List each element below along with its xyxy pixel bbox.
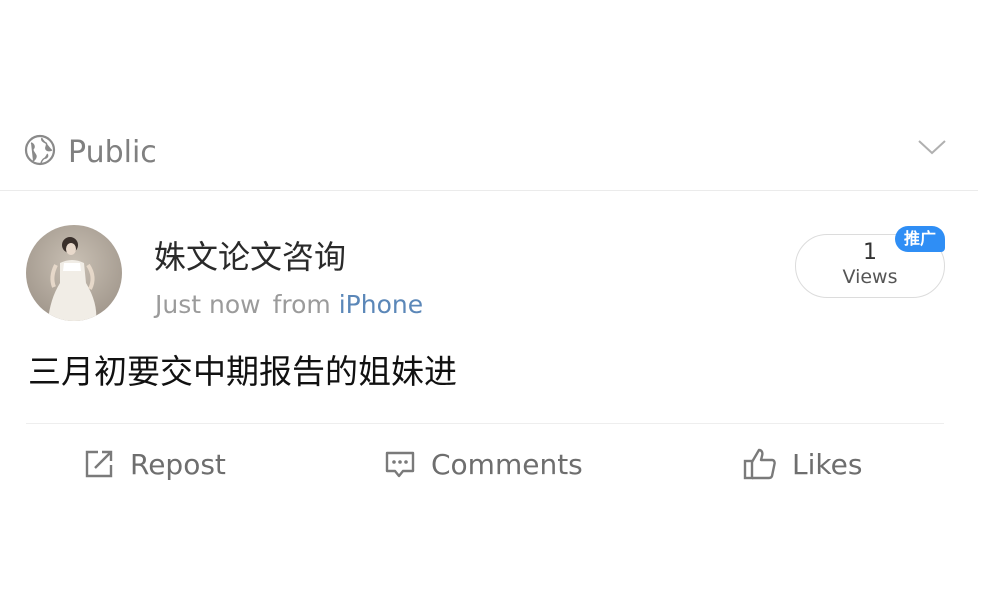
comment-icon xyxy=(385,451,415,478)
post-source[interactable]: iPhone xyxy=(339,290,423,319)
visibility-selector[interactable]: Public xyxy=(0,130,978,191)
comments-label: Comments xyxy=(431,447,583,481)
divider xyxy=(26,423,944,424)
repost-button[interactable]: Repost xyxy=(82,444,226,484)
post-text[interactable]: 三月初要交中期报告的姐妹进 xyxy=(28,350,457,394)
thumbs-up-icon xyxy=(743,448,776,480)
avatar[interactable] xyxy=(26,225,122,321)
views-label: Views xyxy=(842,266,898,288)
repost-label: Repost xyxy=(130,447,226,481)
chevron-down-icon[interactable] xyxy=(916,136,948,158)
comments-button[interactable]: Comments xyxy=(383,444,583,484)
author-name[interactable]: 姝文论文咨询 xyxy=(154,236,346,278)
visibility-label: Public xyxy=(68,135,157,170)
likes-label: Likes xyxy=(792,447,863,481)
from-label: from xyxy=(272,290,331,319)
post-meta: Just now from iPhone xyxy=(155,288,423,322)
repost-icon xyxy=(85,450,113,478)
promo-badge: 推广 xyxy=(895,226,945,252)
post-time: Just now xyxy=(155,290,261,319)
likes-button[interactable]: Likes xyxy=(742,444,862,484)
globe-icon xyxy=(24,134,56,166)
